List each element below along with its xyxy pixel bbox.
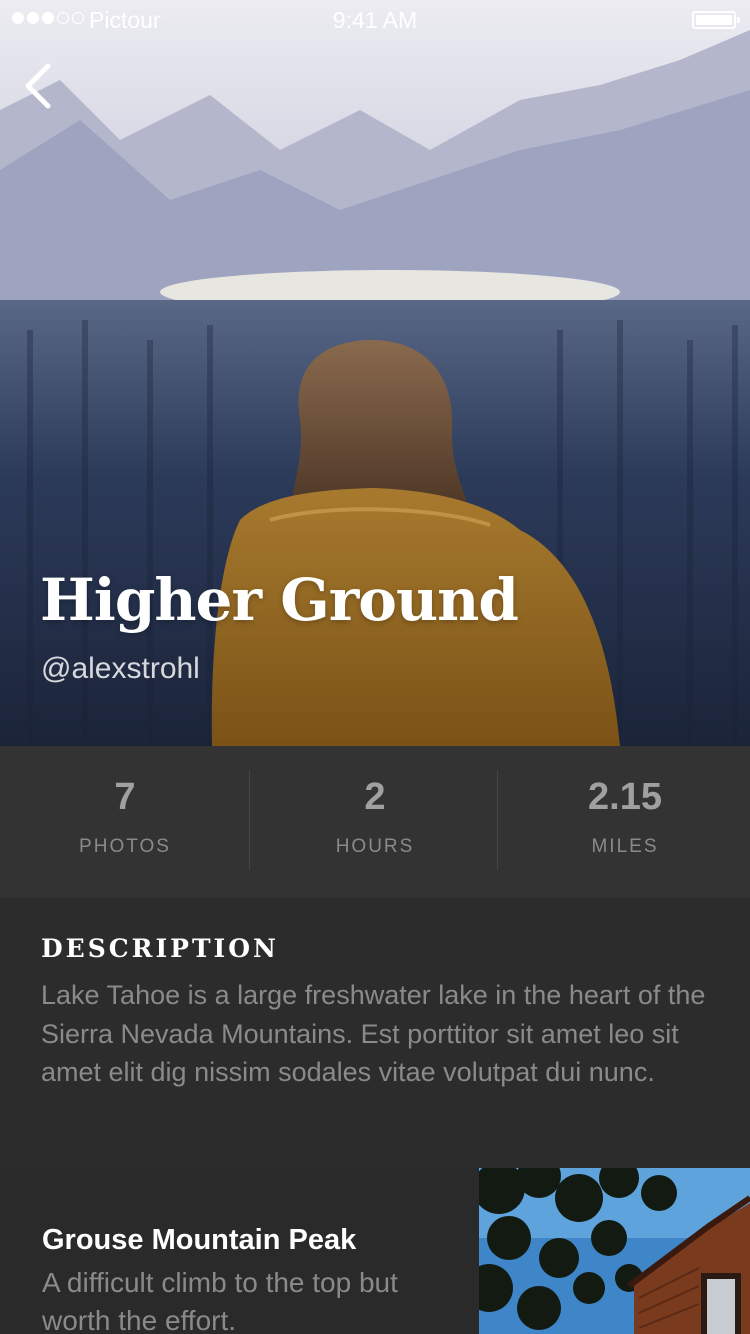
stat-value: 2	[364, 776, 386, 818]
landscape-illustration	[0, 0, 750, 746]
stat-divider	[497, 770, 498, 870]
stat-label: MILES	[591, 836, 659, 857]
description-text: Lake Tahoe is a large freshwater lake in…	[41, 980, 706, 1087]
stat-value: 2.15	[588, 776, 662, 818]
chevron-left-icon	[25, 63, 51, 109]
back-button[interactable]	[20, 60, 60, 112]
spot-thumbnail[interactable]	[479, 1168, 750, 1334]
spot-description: A difficult climb to the top but worth t…	[42, 1267, 398, 1334]
description-heading: DESCRIPTION	[41, 934, 279, 963]
stat-label: PHOTOS	[79, 836, 171, 857]
spot-title: Grouse Mountain Peak	[42, 1224, 357, 1256]
status-bar: Pictour 9:41 AM	[0, 0, 750, 40]
description-section: DESCRIPTION Lake Tahoe is a large freshw…	[0, 898, 750, 1168]
stat-hours[interactable]: 2 HOURS	[250, 746, 500, 898]
author-handle[interactable]: @alexstrohl	[41, 652, 200, 686]
page-title: Higher Ground	[40, 566, 519, 634]
hero-image: Pictour 9:41 AM Higher Ground @alexstroh…	[0, 0, 750, 746]
stat-photos[interactable]: 7 PHOTOS	[0, 746, 250, 898]
stats-bar: 7 PHOTOS 2 HOURS 2.15 MILES	[0, 746, 750, 898]
stat-label: HOURS	[335, 836, 415, 857]
stat-miles[interactable]: 2.15 MILES	[500, 746, 750, 898]
clock: 9:41 AM	[332, 7, 418, 33]
list-item[interactable]: Grouse Mountain Peak A difficult climb t…	[0, 1168, 750, 1334]
battery-icon	[692, 11, 740, 29]
stat-value: 7	[114, 776, 136, 818]
stat-divider	[249, 770, 250, 870]
spot-photo	[479, 1168, 750, 1334]
